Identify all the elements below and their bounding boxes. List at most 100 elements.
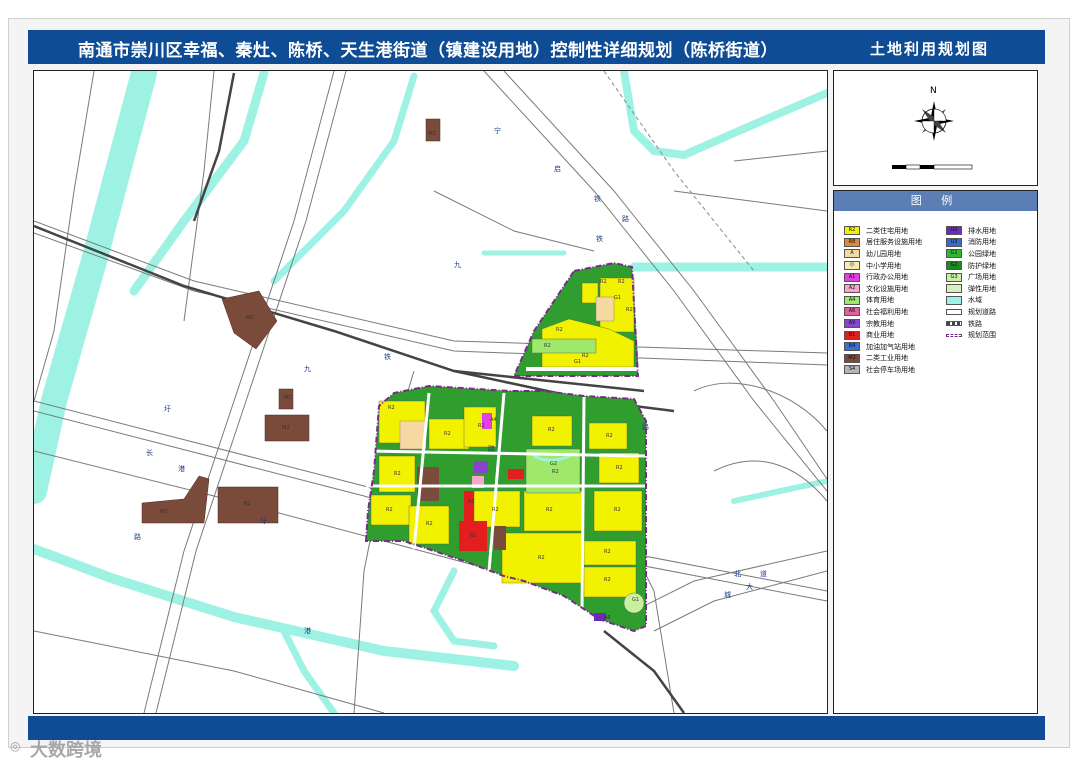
plot-code-label: R2: [492, 507, 499, 513]
legend-panel: 图 例 R2 二类住宅用地 RB 居住服务设施用地 A 幼儿园用地小中小学用地 A1 行政办公…: [833, 190, 1038, 714]
scale-bar: [892, 164, 973, 170]
road-name-label: 路: [642, 422, 649, 431]
map-title: 南通市崇川区幸福、秦灶、陈桥、天生港街道（镇建设用地）控制性详细规划（陈桥街道）: [78, 41, 778, 61]
legend-label: 水域: [968, 296, 982, 305]
legend-swatch: A9: [844, 319, 860, 329]
plot-code-label: R2: [552, 469, 559, 475]
legend-label: 中小学用地: [866, 261, 901, 270]
road-name-label: 港: [178, 464, 185, 473]
map-subtitle: 土地利用规划图: [870, 40, 990, 58]
legend-swatch: A6: [844, 307, 860, 317]
legend-item: 规划道路: [946, 306, 1044, 318]
plot-code-label: R2: [538, 555, 545, 561]
plot-code-label: R2: [548, 427, 555, 433]
legend-item: S4 社会停车场用地: [844, 364, 942, 376]
plot-code-label: R2: [582, 353, 589, 359]
north-arrow-icon: N: [892, 86, 973, 170]
legend-swatch: S4: [844, 365, 860, 375]
plot-code-label: R2: [444, 431, 451, 437]
legend-label: 社会停车场用地: [866, 365, 915, 374]
plot-code-label: R2: [626, 307, 633, 313]
legend-item: G2 防护绿地: [946, 260, 1044, 272]
plot-code-label: R2: [616, 465, 623, 471]
legend-item: A1 行政办公用地: [844, 271, 942, 283]
legend-label: 幼儿园用地: [866, 249, 901, 258]
legend-label: 行政办公用地: [866, 273, 908, 282]
plot-code-label: R2: [394, 471, 401, 477]
legend-swatch: [946, 295, 962, 305]
road-name-label: 城: [724, 591, 731, 599]
legend-swatch: A2: [844, 284, 860, 294]
road-name-label: 路: [622, 214, 629, 223]
legend-heading: 图 例: [834, 191, 1037, 211]
title-bar: 南通市崇川区幸福、秦灶、陈桥、天生港街道（镇建设用地）控制性详细规划（陈桥街道）…: [28, 30, 1045, 64]
legend-item: B1 商业用地: [844, 329, 942, 341]
legend-item: U3 消防用地: [946, 237, 1044, 249]
road-name-label: 北: [734, 570, 741, 578]
legend-item: A9 宗教用地: [844, 318, 942, 330]
legend-item: M2 二类工业用地: [844, 353, 942, 365]
legend-item: A 幼儿园用地: [844, 248, 942, 260]
legend-swatch: [946, 321, 962, 327]
plot-code-label: M2: [246, 315, 254, 321]
north-arrow-panel: N: [833, 70, 1038, 186]
legend-label: 体育用地: [866, 296, 894, 305]
land-use-map[interactable]: R2 G1 R2 R2 R2 R2 R2 R2 R2 R2 R2 R2 R2 R2 R2 R2 R2 R2 R2 R2…: [33, 70, 828, 714]
legend-swatch: A4: [844, 295, 860, 305]
plot-code-label: R2: [606, 433, 613, 439]
plot-code-label: A1: [468, 499, 475, 505]
legend-swatch: G1: [946, 249, 962, 259]
legend-item: 水域: [946, 295, 1044, 307]
plot-code-label: G1: [574, 359, 581, 365]
plot-code-label: R2: [618, 279, 625, 285]
road-name-label: 圩: [260, 517, 267, 525]
plot-code-label: A6: [604, 615, 611, 621]
plot-code-label: R2: [426, 521, 433, 527]
legend-swatch: G2: [946, 261, 962, 271]
road-name-label: 铁: [384, 352, 391, 361]
legend-item: 弹性用地: [946, 283, 1044, 295]
road-name-label: 铁: [594, 194, 601, 203]
plot-code-label: G1: [632, 597, 639, 603]
road-name-label: 港: [304, 626, 311, 635]
road-name-label: 启: [554, 164, 561, 173]
legend-swatch: U3: [946, 237, 962, 247]
road-name-label: 宁: [494, 126, 501, 135]
plot-code-label: A4: [490, 417, 497, 423]
legend-item: R2 二类住宅用地: [844, 225, 942, 237]
legend-label: 公园绿地: [968, 249, 996, 258]
legend-item: 铁路: [946, 318, 1044, 330]
plot-code-label: M2: [160, 509, 168, 515]
legend-label: 铁路: [968, 319, 982, 328]
plot-code-label: R2: [388, 405, 395, 411]
legend-label: 规划范围: [968, 331, 996, 340]
north-letter: N: [930, 86, 937, 96]
map-canvas: R2G1R2R2R2R2R2R2R2R2R2R2R2R2R2 R2 R2R2R2R2…: [34, 71, 827, 713]
legend-item: A2 文化设施用地: [844, 283, 942, 295]
plot-code-label: R2: [546, 507, 553, 513]
legend-label: 宗教用地: [866, 319, 894, 328]
legend-swatch: U2: [946, 226, 962, 236]
legend-item: A4 体育用地: [844, 295, 942, 307]
legend-item: A6 社会福利用地: [844, 306, 942, 318]
plot-code-label: M2: [428, 131, 436, 137]
legend-item: U2 排水用地: [946, 225, 1044, 237]
legend-item: 规划范围: [946, 329, 1044, 341]
legend-swatch: M2: [844, 353, 860, 363]
footer-bar: [28, 716, 1045, 740]
legend-swatch: RB: [844, 237, 860, 247]
plot-code-label: B1: [244, 501, 251, 507]
legend-label: 二类住宅用地: [866, 226, 908, 235]
plot-code-label: R2: [600, 279, 607, 285]
watermark-text: 大数跨境: [30, 740, 102, 761]
legend-label: 社会福利用地: [866, 307, 908, 316]
plot-code-label: B1: [470, 533, 477, 539]
legend-swatch: [946, 284, 962, 294]
road-name-label: 圩: [164, 405, 171, 413]
legend-label: 弹性用地: [968, 284, 996, 293]
legend-item: G1 公园绿地: [946, 248, 1044, 260]
road-name-label: 路: [134, 532, 141, 541]
plot-code-label: R2: [614, 507, 621, 513]
legend-swatch: A1: [844, 272, 860, 282]
plot-code-label: M2: [282, 425, 290, 431]
